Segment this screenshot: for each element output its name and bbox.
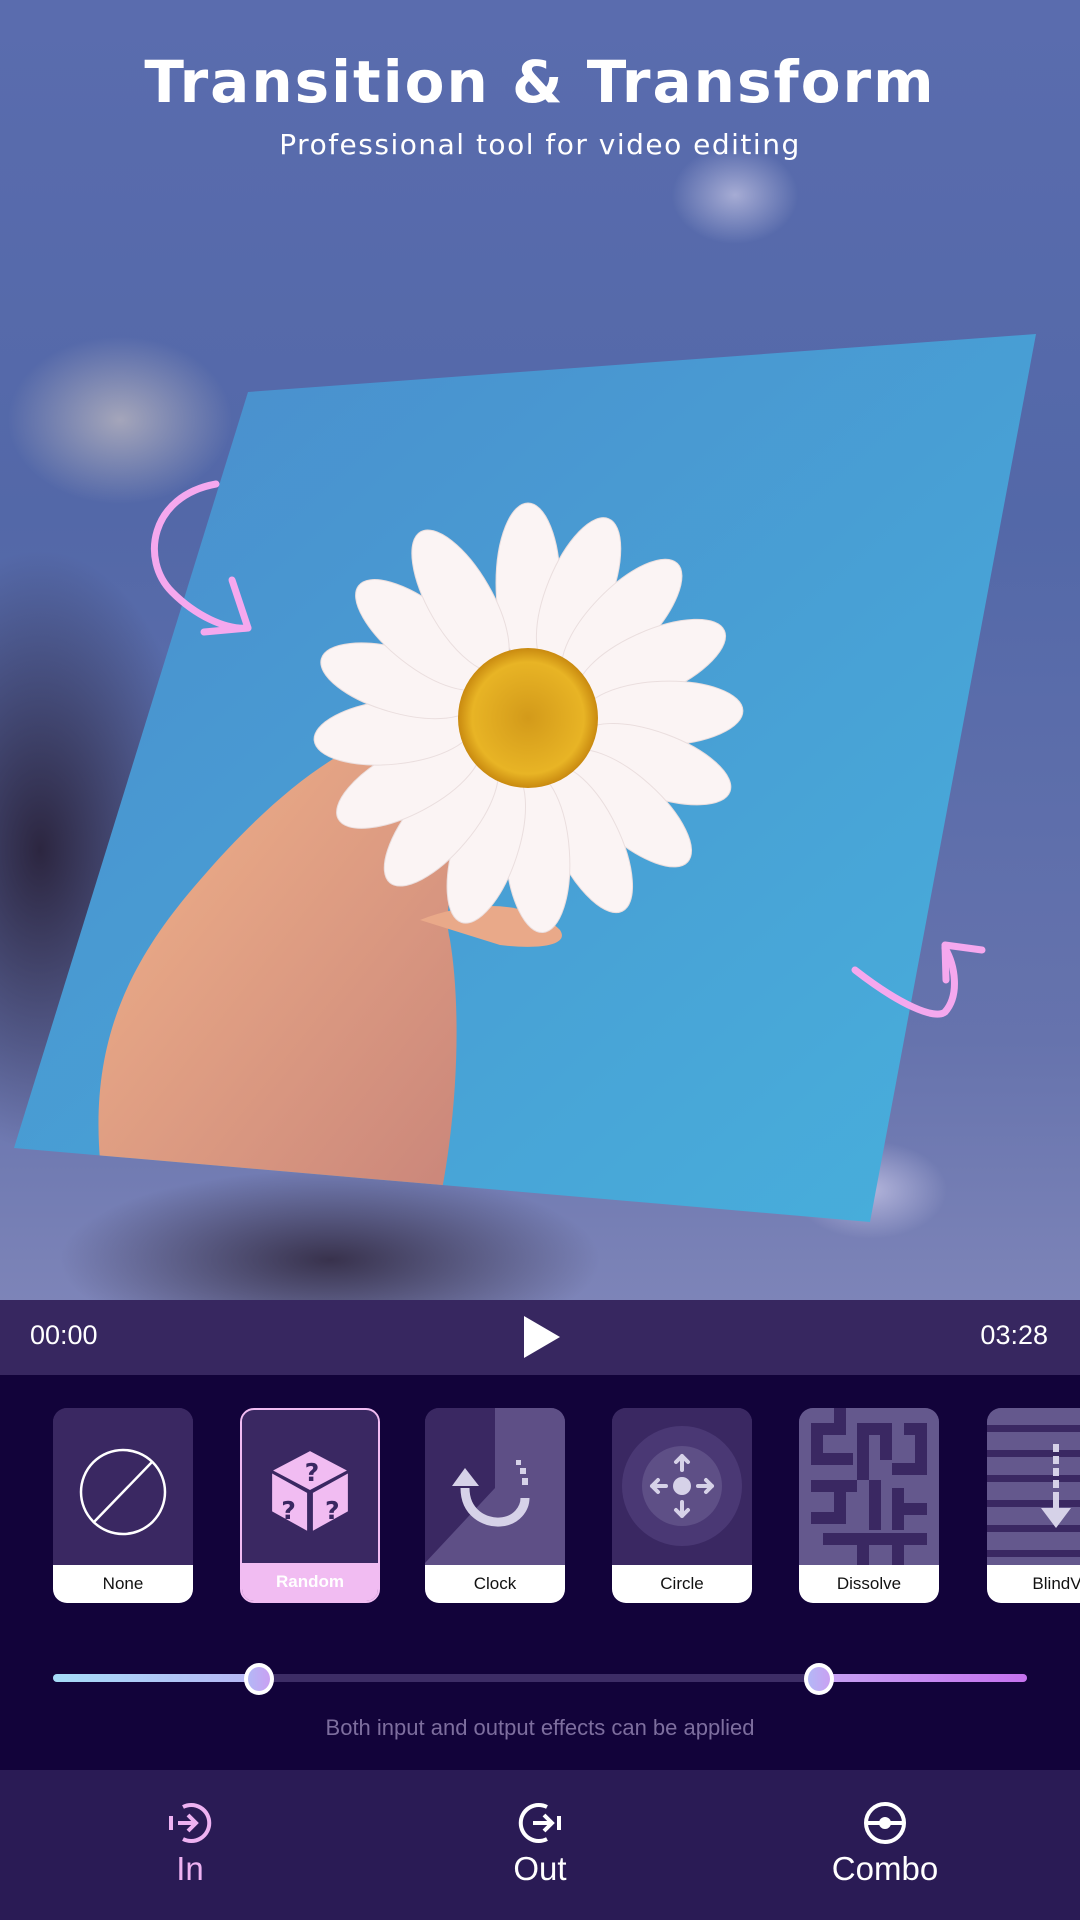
effect-label: None — [53, 1565, 193, 1603]
effect-card-dissolve[interactable]: Dissolve — [799, 1408, 939, 1603]
no-effect-icon — [53, 1408, 193, 1565]
mystery-dice-icon: ? ? ? — [242, 1412, 378, 1565]
combo-icon — [864, 1802, 906, 1844]
enter-icon — [169, 1803, 212, 1843]
hint-text: Both input and output effects can be app… — [325, 1715, 755, 1740]
video-preview: Transition & Transform Professional tool… — [0, 0, 1080, 1300]
svg-text:?: ? — [305, 1458, 320, 1487]
current-time: 00:00 — [30, 1320, 98, 1350]
nav-label: Out — [513, 1850, 567, 1887]
svg-text:?: ? — [281, 1496, 296, 1525]
effect-card-clock[interactable]: Clock — [425, 1408, 565, 1603]
effect-label: Clock — [425, 1565, 565, 1603]
nav-label: In — [176, 1850, 204, 1887]
bottom-nav: In Out Combo — [0, 1770, 1080, 1920]
blinds-down-icon — [987, 1408, 1080, 1565]
play-icon — [524, 1316, 560, 1358]
effect-label: Dissolve — [799, 1565, 939, 1603]
play-button[interactable] — [520, 1314, 566, 1360]
effect-card-random[interactable]: ? ? ? Random — [240, 1408, 380, 1603]
clock-rotate-icon — [425, 1408, 565, 1565]
nav-tab-out[interactable]: Out — [440, 1798, 640, 1888]
slider-fill-in — [53, 1674, 258, 1682]
header: Transition & Transform Professional tool… — [0, 48, 1080, 161]
nav-tab-in[interactable]: In — [90, 1798, 290, 1888]
slider-fill-out — [817, 1674, 1027, 1682]
player-bar: 00:00 03:28 — [0, 1300, 1080, 1375]
maze-icon — [799, 1408, 939, 1565]
effect-card-none[interactable]: None — [53, 1408, 193, 1603]
effects-panel: None ? ? ? Random Clock Circle Dissolve … — [0, 1375, 1080, 1770]
page-subtitle: Professional tool for video editing — [279, 127, 801, 161]
transformed-photo — [14, 334, 1036, 1222]
effect-label: Circle — [612, 1565, 752, 1603]
page-title: Transition & Transform — [144, 48, 936, 116]
effect-label: BlindV — [987, 1565, 1080, 1603]
slider-thumb-in[interactable] — [243, 1663, 274, 1695]
total-time: 03:28 — [980, 1320, 1048, 1350]
exit-icon — [518, 1803, 561, 1843]
effect-label: Random — [242, 1563, 378, 1601]
nav-label: Combo — [831, 1850, 939, 1887]
svg-text:?: ? — [325, 1496, 340, 1525]
nav-tab-combo[interactable]: Combo — [785, 1798, 985, 1888]
move-arrows-icon — [612, 1408, 752, 1565]
transition-range-slider[interactable] — [53, 1663, 1027, 1695]
effect-card-circle[interactable]: Circle — [612, 1408, 752, 1603]
effect-card-blindv[interactable]: BlindV — [987, 1408, 1080, 1603]
slider-thumb-out[interactable] — [803, 1663, 834, 1695]
